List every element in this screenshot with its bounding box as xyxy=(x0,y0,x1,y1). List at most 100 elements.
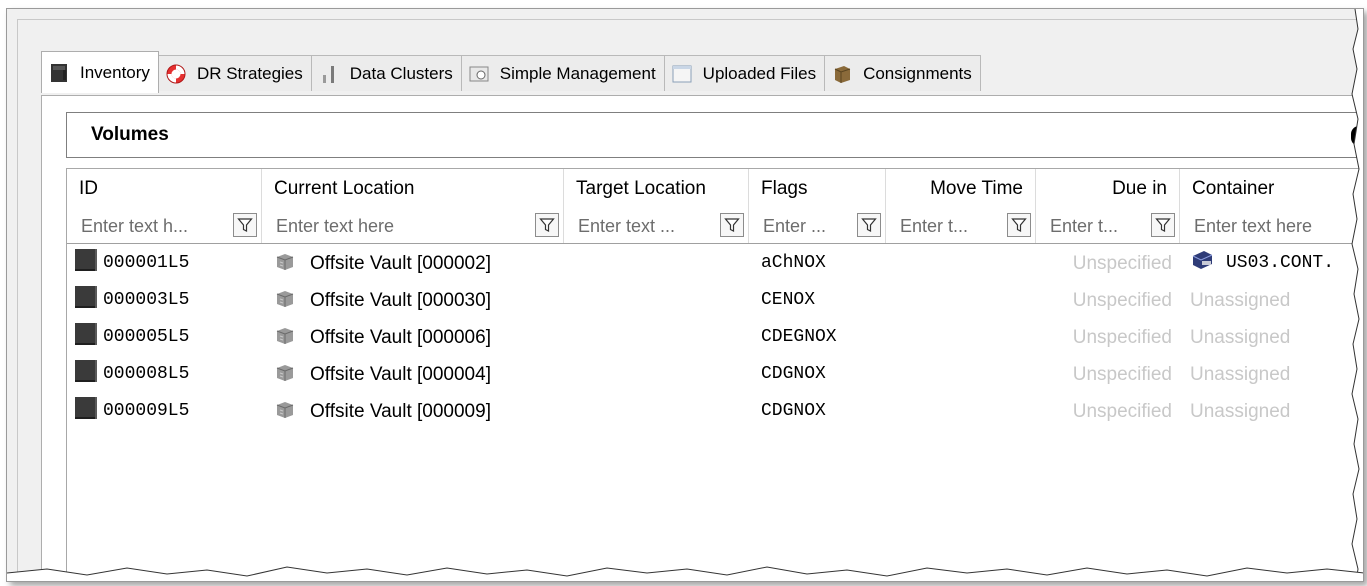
filter-cell-id xyxy=(67,209,262,243)
filter-cell-target-location xyxy=(564,209,749,243)
tab-simple-management[interactable]: Simple Management xyxy=(460,55,665,91)
filter-button-target-location[interactable] xyxy=(720,213,744,237)
cell-due-in: Unspecified xyxy=(1072,290,1172,311)
tab-inventory[interactable]: Inventory xyxy=(41,51,159,93)
vault-icon xyxy=(276,365,294,381)
cell-current-location: Offsite Vault [000006] xyxy=(274,319,564,356)
filter-button-current-location[interactable] xyxy=(535,213,559,237)
cell-move-time xyxy=(898,356,1028,393)
cell-current-location-text: Offsite Vault [000030] xyxy=(310,290,491,311)
table-row[interactable]: 000001L5 Offsite Vault [000002] aChNOX Unsp… xyxy=(67,245,1363,282)
cell-due-in: Unspecified xyxy=(1072,401,1172,422)
cell-current-location-text: Offsite Vault [000002] xyxy=(310,253,491,274)
filter-input-id[interactable] xyxy=(79,214,233,238)
screen-icon xyxy=(469,66,489,81)
cell-current-location: Offsite Vault [000002] xyxy=(274,245,564,282)
tab-data-clusters[interactable]: Data Clusters xyxy=(310,55,462,91)
grid-filter-row xyxy=(67,209,1363,244)
filter-button-move-time[interactable] xyxy=(1007,213,1031,237)
cell-container-text: Unassigned xyxy=(1190,290,1291,311)
cell-container: Unassigned xyxy=(1190,356,1363,393)
cell-current-location-text: Offsite Vault [000009] xyxy=(310,401,491,422)
torn-edge-bottom xyxy=(7,566,1363,581)
cell-target-location xyxy=(576,245,746,282)
filter-button-id[interactable] xyxy=(233,213,257,237)
column-header-flags[interactable]: Flags xyxy=(749,169,886,209)
cell-target-location xyxy=(576,282,746,319)
column-header-current-location[interactable]: Current Location xyxy=(262,169,564,209)
tab-label: DR Strategies xyxy=(196,63,303,83)
column-header-target-location[interactable]: Target Location xyxy=(564,169,749,209)
filter-cell-current-location xyxy=(262,209,564,243)
vault-icon xyxy=(276,328,294,344)
cell-container-text: Unassigned xyxy=(1190,364,1291,385)
filter-input-current-location[interactable] xyxy=(274,214,535,238)
volumes-title: Volumes xyxy=(91,124,169,145)
cell-container-text: Unassigned xyxy=(1190,327,1291,348)
funnel-icon xyxy=(539,218,555,232)
table-row[interactable]: 000005L5 Offsite Vault [000006] CDEGNOX Uns… xyxy=(67,319,1363,356)
tab-label: Uploaded Files xyxy=(702,63,817,83)
filter-button-due-in[interactable] xyxy=(1151,213,1175,237)
funnel-icon xyxy=(237,218,253,232)
filter-cell-due-in xyxy=(1036,209,1180,243)
vault-icon xyxy=(276,291,294,307)
cell-id-text: 000003L5 xyxy=(103,290,190,310)
tab-dr-strategies[interactable]: DR Strategies xyxy=(157,55,312,91)
tab-label: Consignments xyxy=(863,63,972,83)
tab-consignments[interactable]: Consignments xyxy=(824,55,981,91)
cell-container: Unassigned xyxy=(1190,319,1363,356)
vault-icon xyxy=(276,254,294,270)
cell-due-in: Unspecified xyxy=(1072,327,1172,348)
window-icon xyxy=(672,65,692,82)
cell-id: 000005L5 xyxy=(75,319,262,356)
column-header-due-in[interactable]: Due in xyxy=(1036,169,1180,209)
cell-id-text: 000008L5 xyxy=(103,364,190,384)
container-icon xyxy=(1192,251,1213,269)
inventory-panel: Volumes Na ID Current Location Target Lo… xyxy=(41,95,1363,581)
filter-button-flags[interactable] xyxy=(857,213,881,237)
tab-strip: Inventory DR Strategies Data Clusters Si… xyxy=(41,51,981,97)
filter-cell-move-time xyxy=(886,209,1036,243)
filter-input-container[interactable] xyxy=(1192,214,1363,238)
lifebuoy-icon xyxy=(166,64,186,83)
cell-target-location xyxy=(576,393,746,430)
cell-flags: CDEGNOX xyxy=(761,327,837,347)
cell-due-in: Unspecified xyxy=(1072,364,1172,385)
cell-move-time xyxy=(898,319,1028,356)
cell-target-location xyxy=(576,356,746,393)
cell-container: US03.CONT. xyxy=(1190,245,1363,282)
filter-input-due-in[interactable] xyxy=(1048,214,1151,238)
funnel-icon xyxy=(1011,218,1027,232)
tape-volume-icon xyxy=(75,360,97,382)
column-header-id[interactable]: ID xyxy=(67,169,262,209)
cell-id-text: 000005L5 xyxy=(103,327,190,347)
tape-volume-icon xyxy=(75,397,97,419)
table-row[interactable]: 000008L5 Offsite Vault [000004] CDGNOX Unsp… xyxy=(67,356,1363,393)
column-header-move-time[interactable]: Move Time xyxy=(886,169,1036,209)
filter-input-target-location[interactable] xyxy=(576,214,720,238)
filter-input-move-time[interactable] xyxy=(898,214,1007,238)
table-row[interactable]: 000009L5 Offsite Vault [000009] CDGNOX Unsp… xyxy=(67,393,1363,430)
tape-volume-icon xyxy=(75,249,97,271)
grid-header-row: ID Current Location Target Location Flag… xyxy=(67,169,1363,210)
cell-container-text: US03.CONT. xyxy=(1226,253,1335,273)
table-row[interactable]: 000003L5 Offsite Vault [000030] CENOX Unspe… xyxy=(67,282,1363,319)
volumes-grid: ID Current Location Target Location Flag… xyxy=(66,168,1363,581)
tape-cartridge-icon xyxy=(51,63,67,82)
box-icon xyxy=(834,65,851,83)
cell-id: 000001L5 xyxy=(75,245,262,282)
tab-label: Inventory xyxy=(80,62,150,82)
cell-current-location: Offsite Vault [000004] xyxy=(274,356,564,393)
cell-current-location-text: Offsite Vault [000006] xyxy=(310,327,491,348)
cell-container: Unassigned xyxy=(1190,282,1363,319)
tab-uploaded-files[interactable]: Uploaded Files xyxy=(663,55,826,91)
filter-input-flags[interactable] xyxy=(761,214,857,238)
tape-volume-icon xyxy=(75,286,97,308)
tab-label: Simple Management xyxy=(499,63,656,83)
cell-flags: CENOX xyxy=(761,290,816,310)
cell-id-text: 000001L5 xyxy=(103,253,190,273)
bar-chart-icon xyxy=(322,65,334,83)
column-header-container[interactable]: Container xyxy=(1180,169,1363,209)
cell-id: 000009L5 xyxy=(75,393,262,430)
